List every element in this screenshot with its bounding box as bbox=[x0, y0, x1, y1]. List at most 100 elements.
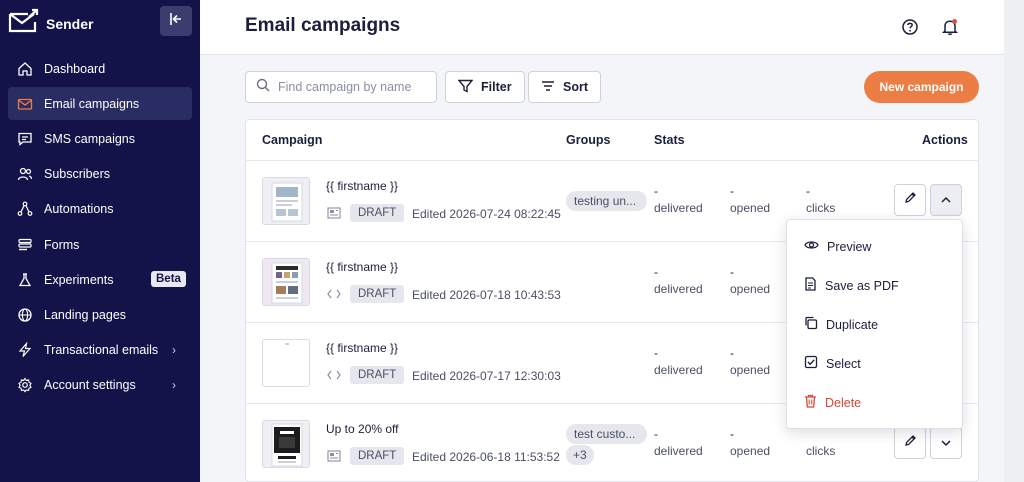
clicks-label: clicks bbox=[806, 444, 836, 458]
opened-label: opened bbox=[730, 201, 771, 215]
brand[interactable]: Sender bbox=[8, 8, 93, 39]
menu-item-duplicate[interactable]: Duplicate bbox=[787, 305, 962, 344]
globe-icon bbox=[16, 306, 34, 324]
more-actions-button[interactable] bbox=[930, 184, 962, 216]
page-title: Email campaigns bbox=[245, 15, 401, 36]
chevron-right-icon: › bbox=[172, 378, 176, 393]
filter-button[interactable]: Filter bbox=[445, 71, 525, 103]
column-header-actions: Actions bbox=[922, 133, 968, 147]
sidebar-item-transactional-emails[interactable]: Transactional emails › bbox=[0, 333, 200, 368]
sidebar-item-email-campaigns[interactable]: Email campaigns bbox=[0, 86, 200, 121]
sidebar-item-experiments[interactable]: Experiments Beta bbox=[0, 262, 200, 297]
sidebar-item-label: Account settings bbox=[44, 378, 136, 393]
notification-bell-icon[interactable] bbox=[940, 17, 960, 37]
copy-icon bbox=[804, 316, 826, 333]
sidebar-item-dashboard[interactable]: Dashboard bbox=[0, 51, 200, 86]
clicks-value: - bbox=[806, 184, 810, 198]
more-actions-button[interactable] bbox=[930, 427, 962, 459]
sort-icon bbox=[541, 80, 563, 95]
campaign-name[interactable]: {{ firstname }} bbox=[326, 341, 398, 355]
clicks-label: clicks bbox=[806, 201, 836, 215]
pencil-icon bbox=[904, 434, 917, 452]
edit-button[interactable] bbox=[894, 427, 926, 459]
campaign-thumbnail[interactable] bbox=[262, 258, 310, 306]
automation-icon bbox=[16, 200, 34, 218]
delivered-label: delivered bbox=[654, 363, 703, 377]
page-scrollbar[interactable] bbox=[1004, 0, 1024, 482]
edit-button[interactable] bbox=[894, 184, 926, 216]
opened-label: opened bbox=[730, 363, 771, 377]
sidebar-item-label: Subscribers bbox=[44, 167, 110, 182]
campaign-name[interactable]: {{ firstname }} bbox=[326, 260, 398, 274]
edited-timestamp: Edited 2026-07-17 12:30:03 bbox=[412, 369, 561, 383]
gear-icon bbox=[16, 376, 34, 394]
column-header-campaign[interactable]: Campaign bbox=[262, 133, 322, 147]
top-header: Email campaigns bbox=[200, 0, 1024, 55]
code-icon bbox=[326, 287, 342, 301]
sidebar-item-landing-pages[interactable]: Landing pages bbox=[0, 297, 200, 332]
chevron-down-icon bbox=[940, 434, 952, 452]
trash-icon bbox=[804, 394, 825, 411]
edited-timestamp: Edited 2026-07-24 08:22:45 bbox=[412, 207, 561, 221]
menu-item-label: Select bbox=[826, 356, 861, 371]
campaign-thumbnail[interactable] bbox=[262, 177, 310, 225]
search-input[interactable] bbox=[278, 80, 428, 94]
search-icon bbox=[256, 78, 270, 97]
column-header-groups: Groups bbox=[566, 133, 611, 147]
template-layout-icon bbox=[326, 449, 342, 463]
menu-item-label: Save as PDF bbox=[825, 278, 899, 293]
more-groups-badge[interactable]: +3 bbox=[566, 445, 594, 465]
opened-label: opened bbox=[730, 282, 771, 296]
sort-button[interactable]: Sort bbox=[528, 71, 601, 103]
column-header-stats: Stats bbox=[654, 133, 685, 147]
help-icon[interactable] bbox=[900, 17, 920, 37]
sidebar-item-account-settings[interactable]: Account settings › bbox=[0, 368, 200, 403]
campaign-search[interactable] bbox=[245, 71, 437, 103]
chevron-right-icon: › bbox=[172, 343, 176, 358]
campaign-name[interactable]: {{ firstname }} bbox=[326, 179, 398, 193]
sidebar-item-label: Transactional emails bbox=[44, 343, 159, 358]
sidebar-item-sms-campaigns[interactable]: SMS campaigns bbox=[0, 121, 200, 156]
group-tag: test custo... bbox=[566, 424, 647, 444]
delivered-value: - bbox=[654, 427, 658, 441]
menu-item-preview[interactable]: Preview bbox=[787, 227, 962, 266]
opened-value: - bbox=[730, 346, 734, 360]
sidebar-item-label: Forms bbox=[44, 237, 80, 252]
delivered-label: delivered bbox=[654, 444, 703, 458]
status-badge: DRAFT bbox=[350, 285, 405, 303]
sidebar-nav: Dashboard Email campaigns SMS campaigns … bbox=[0, 51, 200, 403]
mail-icon bbox=[16, 95, 34, 113]
sidebar-item-label: Landing pages bbox=[44, 307, 127, 322]
pdf-icon bbox=[804, 277, 825, 294]
menu-item-delete[interactable]: Delete bbox=[787, 383, 962, 422]
menu-item-save-as-pdf[interactable]: Save as PDF bbox=[787, 266, 962, 305]
delivered-value: - bbox=[654, 346, 658, 360]
sidebar-item-label: Automations bbox=[44, 202, 114, 217]
campaign-name[interactable]: Up to 20% off bbox=[326, 422, 399, 436]
status-badge: DRAFT bbox=[350, 366, 405, 384]
menu-item-label: Delete bbox=[825, 395, 862, 410]
filter-label: Filter bbox=[481, 80, 512, 94]
collapse-icon bbox=[169, 12, 183, 31]
campaign-actions-menu: Preview Save as PDF Duplicate Select Del… bbox=[786, 219, 963, 429]
sidebar-item-automations[interactable]: Automations bbox=[0, 192, 200, 227]
edited-timestamp: Edited 2026-06-18 11:53:52 bbox=[412, 450, 560, 464]
forms-icon bbox=[16, 236, 34, 254]
sidebar-item-forms[interactable]: Forms bbox=[0, 227, 200, 262]
collapse-sidebar-button[interactable] bbox=[160, 6, 192, 36]
sidebar-item-label: Experiments bbox=[44, 272, 114, 287]
menu-item-label: Duplicate bbox=[826, 317, 879, 332]
opened-label: opened bbox=[730, 444, 771, 458]
new-campaign-button[interactable]: New campaign bbox=[864, 71, 979, 103]
bolt-icon bbox=[16, 341, 34, 359]
beta-badge: Beta bbox=[151, 271, 186, 288]
opened-value: - bbox=[730, 184, 734, 198]
filter-icon bbox=[457, 79, 481, 96]
sort-label: Sort bbox=[563, 80, 588, 94]
sidebar-item-label: Dashboard bbox=[44, 61, 106, 76]
sidebar-item-subscribers[interactable]: Subscribers bbox=[0, 157, 200, 192]
campaign-thumbnail[interactable] bbox=[262, 420, 310, 468]
menu-item-select[interactable]: Select bbox=[787, 344, 962, 383]
campaign-thumbnail[interactable] bbox=[262, 339, 310, 387]
delivered-value: - bbox=[654, 184, 658, 198]
